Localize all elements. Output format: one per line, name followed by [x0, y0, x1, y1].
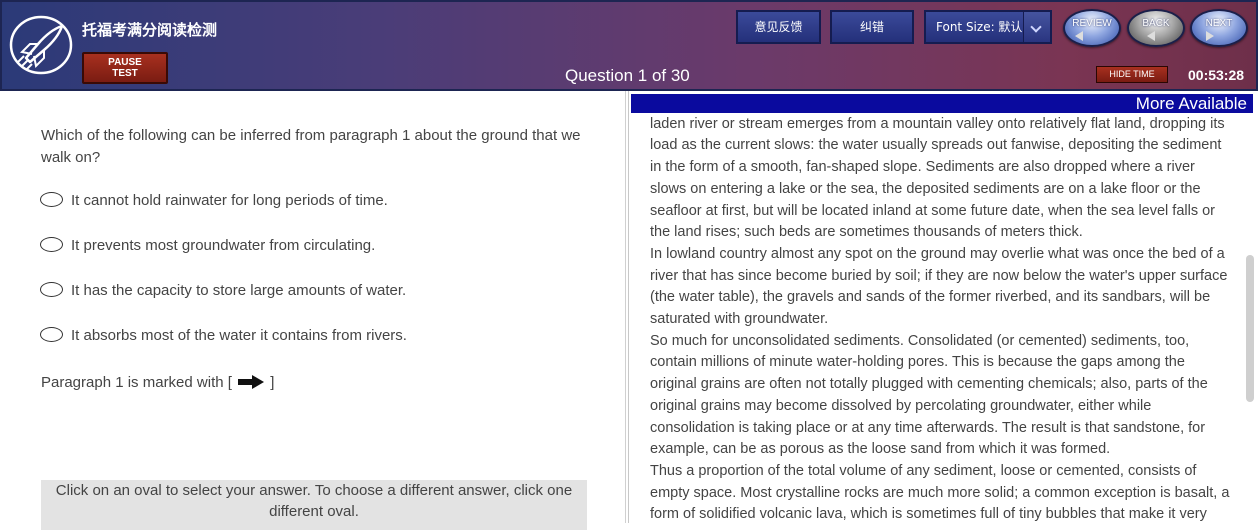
feedback-button[interactable]: 意见反馈: [736, 10, 821, 44]
paragraph-arrow-icon: [238, 375, 265, 390]
option-label: It absorbs most of the water it contains…: [71, 327, 407, 344]
rocket-logo-icon: [9, 15, 73, 75]
answer-option-1[interactable]: It cannot hold rainwater for long period…: [40, 191, 388, 214]
review-button[interactable]: REVIEW: [1063, 9, 1121, 47]
passage-paragraph: The same thing happens to this day, thou…: [650, 94, 1225, 241]
passage-paragraph: In lowland country almost any spot on th…: [650, 245, 1228, 328]
review-label: REVIEW: [1072, 18, 1112, 29]
app-title: 托福考满分阅读检测: [82, 21, 218, 39]
font-size-label: Font Size: 默认: [936, 20, 1023, 34]
back-arrow-icon: [1147, 31, 1155, 41]
paragraph-note-text: Paragraph 1 is marked with [: [41, 374, 232, 391]
question-pane: Which of the following can be inferred f…: [0, 91, 626, 530]
passage-pane[interactable]: More Available The same thing happens to…: [628, 91, 1258, 523]
paragraph-note: Paragraph 1 is marked with [ ]: [41, 374, 274, 391]
option-label: It has the capacity to store large amoun…: [71, 282, 407, 299]
paragraph-note-close: ]: [270, 374, 275, 391]
correct-error-button[interactable]: 纠错: [830, 10, 914, 44]
option-label: It prevents most groundwater from circul…: [71, 237, 376, 254]
answer-option-2[interactable]: It prevents most groundwater from circul…: [40, 236, 376, 259]
question-text: Which of the following can be inferred f…: [41, 127, 581, 166]
option-label: It cannot hold rainwater for long period…: [71, 192, 388, 209]
chevron-down-icon[interactable]: [1023, 12, 1050, 42]
timer: 00:53:28: [1188, 67, 1245, 83]
question-counter: Question 1 of 30: [565, 66, 690, 85]
toolbar-header: 托福考满分阅读检测 PAUSE TEST Question 1 of 30 意见…: [0, 0, 1258, 91]
pause-test-button[interactable]: PAUSE TEST: [82, 52, 168, 84]
more-available-banner: More Available: [631, 94, 1253, 113]
font-size-select[interactable]: Font Size: 默认: [924, 10, 1052, 44]
pause-label: PAUSE: [108, 57, 142, 68]
next-label: NEXT: [1205, 18, 1233, 29]
next-arrow-icon: [1206, 31, 1214, 41]
radio-oval-icon[interactable]: [40, 326, 63, 342]
passage-paragraph: So much for unconsolidated sediments. Co…: [650, 332, 1208, 458]
next-button[interactable]: NEXT: [1190, 9, 1248, 47]
review-arrow-icon: [1075, 31, 1083, 41]
back-button[interactable]: BACK: [1127, 9, 1185, 47]
hide-time-button[interactable]: HIDE TIME: [1096, 66, 1168, 83]
passage-scrollbar[interactable]: [1246, 255, 1254, 402]
answer-option-3[interactable]: It has the capacity to store large amoun…: [40, 281, 407, 304]
radio-oval-icon[interactable]: [40, 281, 63, 297]
answer-option-4[interactable]: It absorbs most of the water it contains…: [40, 326, 407, 349]
back-label: BACK: [1142, 18, 1170, 29]
passage-paragraph: Thus a proportion of the total volume of…: [650, 462, 1230, 523]
passage-text: The same thing happens to this day, thou…: [650, 92, 1230, 523]
radio-oval-icon[interactable]: [40, 236, 63, 252]
radio-oval-icon[interactable]: [40, 191, 63, 207]
test-label: TEST: [112, 68, 138, 79]
